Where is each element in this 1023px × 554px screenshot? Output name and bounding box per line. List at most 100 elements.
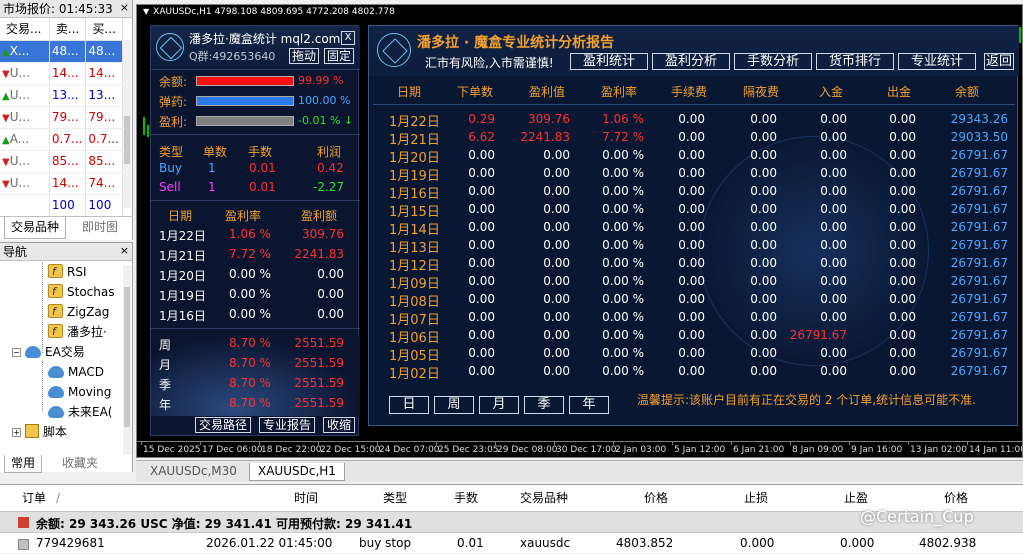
nav-item-future-ea[interactable]: 未来EA(: [48, 402, 112, 422]
market-symbol-cell[interactable]: [0, 194, 50, 217]
market-symbol-cell[interactable]: ▼U...: [0, 106, 50, 129]
report-col-header[interactable]: 出金: [887, 83, 911, 100]
report-cell-wd: 0.00: [889, 238, 916, 252]
report-col-header[interactable]: 隔夜费: [743, 83, 779, 100]
time-tick-label: 15 Dec 2025: [143, 445, 201, 455]
market-watch-close-icon[interactable]: ×: [120, 1, 129, 14]
tab-profit-stats[interactable]: 盈利统计: [570, 53, 648, 70]
order-id[interactable]: 779429681: [36, 536, 105, 554]
scroll-thumb[interactable]: [124, 287, 130, 427]
scroll-thumb[interactable]: [124, 116, 130, 164]
tab-common[interactable]: 常用: [4, 455, 43, 473]
chart-tab-m30[interactable]: XAUUSDc,M30: [142, 463, 245, 481]
report-col-header[interactable]: 日期: [397, 83, 421, 100]
tab-symbols[interactable]: 交易品种: [4, 217, 67, 239]
drag-button[interactable]: 拖动: [289, 48, 320, 64]
market-row[interactable]: ▼U... 14... 74...: [0, 172, 123, 195]
report-cell-bal: 26791.67: [950, 184, 1008, 198]
period-button[interactable]: 日: [389, 396, 429, 414]
tab-lots-analysis[interactable]: 手数分析: [734, 53, 812, 70]
market-symbol-cell[interactable]: ▼U...: [0, 172, 50, 195]
col-lots[interactable]: 手数: [454, 485, 478, 511]
collapse-icon[interactable]: −: [12, 348, 21, 357]
mini-close-button[interactable]: X: [341, 31, 355, 45]
trade-path-button[interactable]: 交易路径: [195, 417, 252, 433]
report-cell-swap: 0.00: [750, 148, 777, 162]
report-row: 1月08日 0.00 0.00 0.00 % 0.00 0.00 0.00 0.00 26791…: [369, 291, 1019, 310]
tab-tick-chart[interactable]: 即时图: [76, 217, 124, 239]
dropdown-triangle-icon[interactable]: ▼: [143, 7, 149, 16]
report-cell-wd: 0.00: [889, 274, 916, 288]
nav-item-scripts[interactable]: + 脚本: [12, 422, 67, 442]
col-type[interactable]: 类型: [383, 485, 407, 511]
pin-button[interactable]: 固定: [324, 48, 355, 64]
market-ask: 100: [85, 194, 123, 217]
report-row: 1月13日 0.00 0.00 0.00 % 0.00 0.00 0.00 0.00 26791…: [369, 237, 1019, 256]
market-row[interactable]: ▼U... 85... 85...: [0, 150, 123, 173]
period-label: 年: [159, 398, 172, 412]
back-button[interactable]: 返回: [984, 53, 1014, 70]
tab-pro-stats[interactable]: 专业统计: [898, 53, 976, 70]
time-tick-mark: [200, 442, 201, 445]
market-symbol-cell[interactable]: ▲X...: [0, 40, 50, 63]
market-watch-scrollbar[interactable]: [123, 40, 131, 208]
report-cell-fee: 0.00: [678, 130, 705, 144]
market-symbol-cell[interactable]: ▲U...: [0, 84, 50, 107]
nav-item-macd[interactable]: MACD: [48, 362, 104, 382]
period-button[interactable]: 周: [434, 396, 474, 414]
col-order[interactable]: 订单: [22, 485, 46, 511]
report-col-header[interactable]: 入金: [819, 83, 843, 100]
period-button[interactable]: 月: [479, 396, 519, 414]
col-price[interactable]: 价格: [644, 485, 668, 511]
balance-label: 余额:: [159, 75, 188, 89]
report-col-header[interactable]: 手续费: [671, 83, 707, 100]
period-label: 月: [159, 358, 172, 372]
nav-item-stochastic[interactable]: Stochas: [48, 282, 114, 302]
report-cell-profit: 0.00: [543, 310, 570, 324]
report-col-header[interactable]: 盈利率: [601, 83, 637, 100]
col-sl[interactable]: 止损: [744, 485, 768, 511]
ea-folder-icon: [25, 346, 41, 358]
pandora-logo-icon: [377, 33, 411, 67]
market-row[interactable]: 100 100: [0, 194, 123, 217]
market-bid: 100: [49, 194, 87, 217]
navigator-close-icon[interactable]: ×: [120, 244, 129, 257]
pro-report-button[interactable]: 专业报告: [259, 417, 316, 433]
divider: [151, 134, 360, 135]
period-button[interactable]: 年: [569, 396, 609, 414]
market-symbol-cell[interactable]: ▼U...: [0, 150, 50, 173]
chart-tab-h1[interactable]: XAUUSDc,H1: [249, 463, 345, 481]
report-cell-orders: 0.00: [468, 256, 495, 270]
nav-item-pandora[interactable]: 潘多拉·: [48, 322, 107, 342]
navigator-scrollbar[interactable]: [123, 265, 131, 455]
col-symbol[interactable]: 交易...: [0, 18, 50, 41]
report-cell-bal: 26791.67: [950, 364, 1008, 378]
nav-item-expert-advisors[interactable]: − EA交易: [12, 342, 85, 362]
expand-icon[interactable]: +: [12, 428, 21, 437]
market-symbol-cell[interactable]: ▲A...: [0, 128, 50, 151]
col-symbol[interactable]: 交易品种: [520, 485, 568, 511]
nav-item-moving[interactable]: Moving: [48, 382, 111, 402]
market-row[interactable]: ▼U... 14... 14...: [0, 62, 123, 85]
report-col-header[interactable]: 盈利值: [529, 83, 565, 100]
market-symbol-cell[interactable]: ▼U...: [0, 62, 50, 85]
report-col-header[interactable]: 余额: [955, 83, 979, 100]
market-row[interactable]: ▲A... 0.7... 0.7...: [0, 128, 123, 151]
col-ask[interactable]: 买...: [85, 18, 123, 41]
tab-profit-analysis[interactable]: 盈利分析: [652, 53, 730, 70]
market-row[interactable]: ▼U... 79... 79...: [0, 106, 123, 129]
collapse-button[interactable]: 收缩: [323, 417, 356, 433]
terminal-panel: 订单 / 时间 类型 手数 交易品种 价格 止损 止盈 价格 余额: 29 34…: [0, 484, 1023, 553]
nav-item-rsi[interactable]: RSI: [48, 262, 87, 282]
report-row: 1月15日 0.00 0.00 0.00 % 0.00 0.00 0.00 0.00 26791…: [369, 201, 1019, 220]
report-col-header[interactable]: 下单数: [457, 83, 493, 100]
col-time[interactable]: 时间: [294, 485, 318, 511]
tab-currency-ranking[interactable]: 货币排行: [816, 53, 894, 70]
col-bid[interactable]: 卖...: [49, 18, 87, 41]
period-button[interactable]: 季: [524, 396, 564, 414]
nav-item-zigzag[interactable]: ZigZag: [48, 302, 109, 322]
market-row[interactable]: ▲X... 48... 48...: [0, 40, 123, 63]
market-row[interactable]: ▲U... 13... 13...: [0, 84, 123, 107]
report-cell-profit: 0.00: [543, 166, 570, 180]
tab-favorites[interactable]: 收藏夹: [56, 455, 104, 473]
